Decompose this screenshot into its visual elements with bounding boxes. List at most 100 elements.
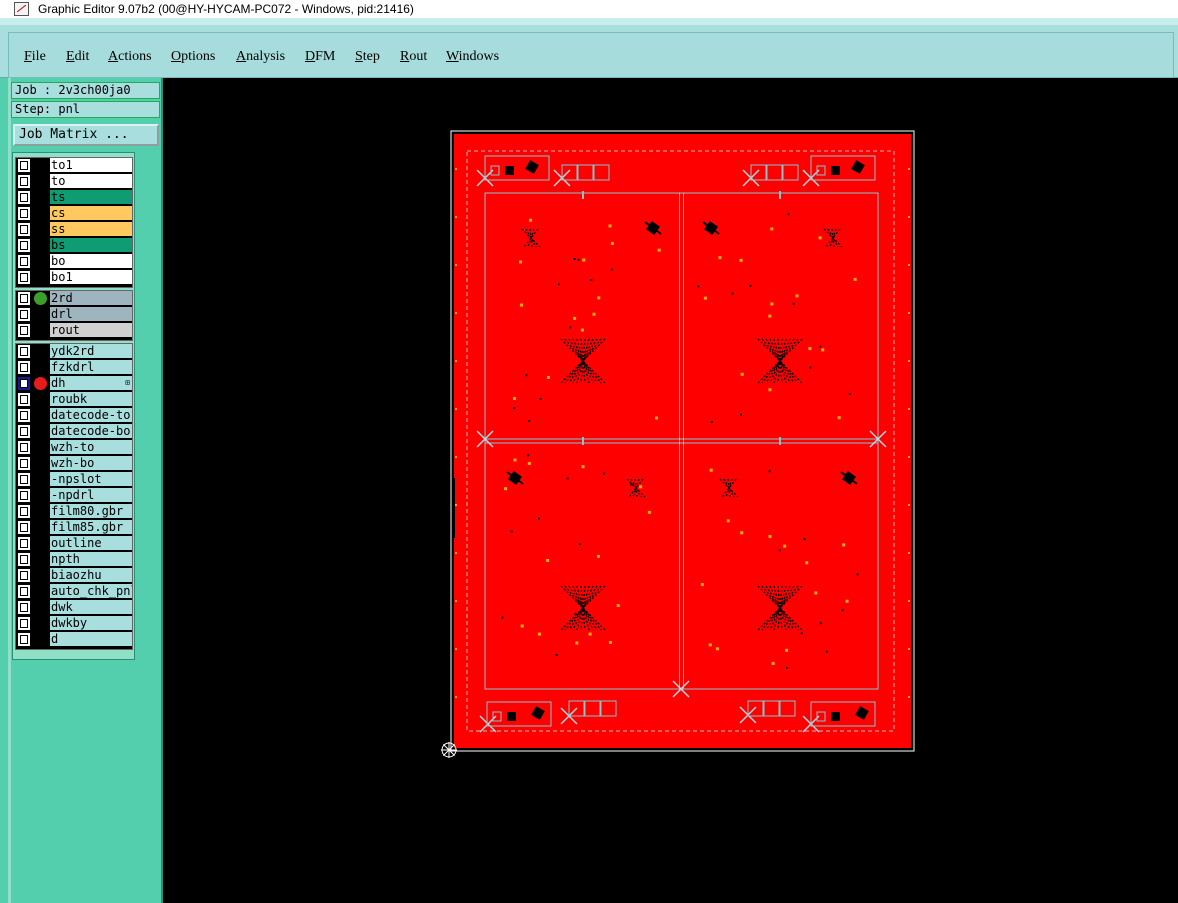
layer-name[interactable]: dwkby [50,616,132,631]
layer-checkbox[interactable] [18,425,30,438]
layer-checkbox[interactable] [18,377,30,390]
layer-name[interactable]: to [50,174,132,189]
layer-name[interactable]: bo [50,254,132,269]
layer-row-cs[interactable]: cs [16,206,132,222]
layer-name[interactable]: 2rd [50,291,132,306]
menu-step[interactable]: Step [355,49,380,65]
layer-row-fzkdrl[interactable]: fzkdrl [16,360,132,376]
layer-checkbox[interactable] [18,393,30,406]
layer-name[interactable]: fzkdrl [50,360,132,375]
layer-checkbox[interactable] [18,207,30,220]
layer-name[interactable]: film80.gbr [50,504,132,519]
layer-name[interactable]: datecode-bo [50,424,132,439]
layer-row-bo1[interactable]: bo1 [16,270,132,286]
layer-row-ss[interactable]: ss [16,222,132,238]
layer-name[interactable]: d [50,632,132,647]
layer-name[interactable]: -npdrl [50,488,132,503]
layer-name[interactable]: -npslot [50,472,132,487]
layer-name[interactable]: bs [50,238,132,253]
layer-name[interactable]: ss [50,222,132,237]
menu-actions[interactable]: Actions [108,49,152,65]
layer-checkbox[interactable] [18,569,30,582]
layer-name[interactable]: datecode-to [50,408,132,423]
layer-checkbox[interactable] [18,308,30,321]
layer-row-bo[interactable]: bo [16,254,132,270]
layer-row-to[interactable]: to [16,174,132,190]
layer-checkbox[interactable] [18,409,30,422]
layer-row-ydk2rd[interactable]: ydk2rd [16,344,132,360]
layer-checkbox[interactable] [18,473,30,486]
layer-name[interactable]: wzh-bo [50,456,132,471]
layer-checkbox[interactable] [18,324,30,337]
layer-row-rout[interactable]: rout [16,323,132,339]
layer-row--npslot[interactable]: -npslot [16,472,132,488]
layer-row-to1[interactable]: to1 [16,158,132,174]
layer-name[interactable]: ts [50,190,132,205]
layer-row-roubk[interactable]: roubk [16,392,132,408]
menu-rout[interactable]: Rout [400,49,427,65]
layer-name[interactable]: outline [50,536,132,551]
layer-checkbox[interactable] [18,457,30,470]
job-matrix-button[interactable]: Job Matrix ... [13,124,159,146]
menu-file[interactable]: File [24,49,46,65]
layer-checkbox[interactable] [18,553,30,566]
layer-checkbox[interactable] [18,223,30,236]
layer-row-dh[interactable]: dh ⊞ [16,376,132,392]
layer-name[interactable]: wzh-to [50,440,132,455]
layer-name[interactable]: auto_chk_pnl [50,584,132,599]
layer-name[interactable]: bo1 [50,270,132,285]
layer-row-film85.gbr[interactable]: film85.gbr [16,520,132,536]
menu-dfm[interactable]: DFM [305,49,335,65]
layer-checkbox[interactable] [18,159,30,172]
layer-row-d[interactable]: d [16,632,132,648]
layer-name[interactable]: film85.gbr [50,520,132,535]
layer-name[interactable]: drl [50,307,132,322]
layer-checkbox[interactable] [18,601,30,614]
layer-checkbox[interactable] [18,292,30,305]
layer-row-drl[interactable]: drl [16,307,132,323]
layer-row--npdrl[interactable]: -npdrl [16,488,132,504]
layer-name[interactable]: ydk2rd [50,344,132,359]
layer-row-wzh-to[interactable]: wzh-to [16,440,132,456]
layer-checkbox[interactable] [18,521,30,534]
layer-checkbox[interactable] [18,505,30,518]
layer-checkbox[interactable] [18,361,30,374]
layer-checkbox[interactable] [18,585,30,598]
layer-checkbox[interactable] [18,441,30,454]
layer-name[interactable]: dwk [50,600,132,615]
layer-row-dwkby[interactable]: dwkby [16,616,132,632]
layer-row-biaozhu[interactable]: biaozhu [16,568,132,584]
menu-options[interactable]: Options [171,49,215,65]
layer-name[interactable]: npth [50,552,132,567]
panel-drawing[interactable] [163,78,1178,903]
layer-name[interactable]: biaozhu [50,568,132,583]
layer-checkbox[interactable] [18,617,30,630]
layer-checkbox[interactable] [18,633,30,646]
layer-row-ts[interactable]: ts [16,190,132,206]
layer-row-film80.gbr[interactable]: film80.gbr [16,504,132,520]
layer-name[interactable]: rout [50,323,132,338]
menu-windows[interactable]: Windows [446,49,499,65]
layer-name[interactable]: to1 [50,158,132,173]
layer-row-2rd[interactable]: 2rd [16,291,132,307]
layer-checkbox[interactable] [18,271,30,284]
layer-row-datecode-to[interactable]: datecode-to [16,408,132,424]
layer-row-wzh-bo[interactable]: wzh-bo [16,456,132,472]
layer-row-outline[interactable]: outline [16,536,132,552]
menu-edit[interactable]: Edit [66,49,89,65]
layer-checkbox[interactable] [18,175,30,188]
layer-row-auto_chk_pnl[interactable]: auto_chk_pnl [16,584,132,600]
layer-name[interactable]: cs [50,206,132,221]
layer-checkbox[interactable] [18,489,30,502]
layer-checkbox[interactable] [18,255,30,268]
menu-analysis[interactable]: Analysis [236,49,285,65]
layer-row-dwk[interactable]: dwk [16,600,132,616]
layer-checkbox[interactable] [18,191,30,204]
layer-name[interactable]: roubk [50,392,132,407]
layer-checkbox[interactable] [18,345,30,358]
layer-name[interactable]: dh [50,376,132,391]
layer-row-datecode-bo[interactable]: datecode-bo [16,424,132,440]
layer-row-npth[interactable]: npth [16,552,132,568]
layer-checkbox[interactable] [18,537,30,550]
layer-checkbox[interactable] [18,239,30,252]
